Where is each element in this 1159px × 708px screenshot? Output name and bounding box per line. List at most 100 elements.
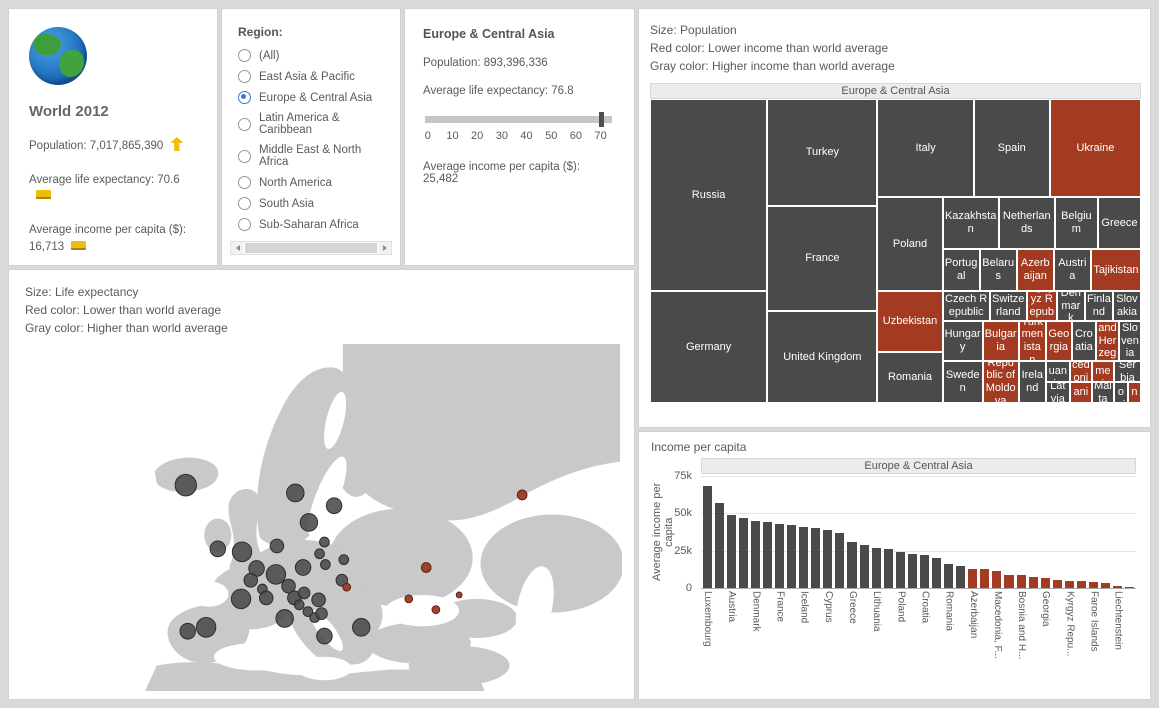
map-bubble[interactable] — [244, 573, 258, 587]
bar[interactable] — [811, 528, 820, 588]
region-option-middle-east-north-africa[interactable]: Middle East & North Africa — [238, 144, 384, 168]
map-bubble[interactable] — [180, 623, 196, 639]
radio-icon[interactable] — [238, 150, 251, 163]
treemap-tile-russia[interactable]: Russia — [650, 99, 767, 291]
treemap-tile-bulgaria[interactable]: Bulgaria — [983, 321, 1019, 361]
treemap-tile-netherlands[interactable]: Netherlands — [999, 197, 1055, 249]
map-bubble[interactable] — [353, 618, 370, 636]
map-bubble[interactable] — [259, 591, 273, 605]
bar-poland[interactable] — [896, 552, 905, 588]
scrollbar-thumb[interactable] — [245, 243, 377, 253]
bar[interactable] — [884, 549, 893, 588]
treemap-tile-greece[interactable]: Greece — [1098, 197, 1141, 249]
map-bubble[interactable] — [326, 498, 342, 514]
treemap-tile-estonia[interactable]: Estonia — [1114, 382, 1128, 403]
region-option-south-asia[interactable]: South Asia — [238, 197, 384, 210]
treemap-tile-sweden[interactable]: Sweden — [943, 361, 983, 403]
map-bubble[interactable] — [294, 600, 304, 610]
bar[interactable] — [763, 522, 772, 588]
bar[interactable] — [860, 545, 869, 588]
treemap-tile-malta[interactable]: Malta — [1092, 382, 1114, 403]
bar-kyrgyz-repu[interactable] — [1065, 581, 1074, 588]
bar[interactable] — [1004, 575, 1013, 588]
bar[interactable] — [835, 533, 844, 588]
bar[interactable] — [956, 566, 965, 588]
region-option-east-asia-pacific[interactable]: East Asia & Pacific — [238, 70, 384, 83]
treemap-tile-slovenia[interactable]: Slovenia — [1119, 321, 1141, 361]
map-bubble[interactable] — [316, 608, 328, 620]
treemap-tile-hungary[interactable]: Hungary — [943, 321, 983, 361]
radio-icon[interactable] — [238, 118, 251, 131]
map-bubble[interactable] — [320, 537, 330, 547]
treemap-tile-turkmenistan[interactable]: Turkmenistan — [1019, 321, 1046, 361]
region-scrollbar[interactable] — [230, 241, 392, 255]
radio-icon[interactable] — [238, 70, 251, 83]
treemap-tile-poland[interactable]: Poland — [877, 197, 942, 291]
treemap-tile-kazakhstan[interactable]: Kazakhstan — [943, 197, 999, 249]
map-bubble[interactable] — [432, 606, 440, 614]
treemap-tile-bosnia-and-herzegovina[interactable]: Bosnia and Herzegovina — [1096, 321, 1119, 361]
map-bubble[interactable] — [343, 583, 351, 591]
treemap-tile-armenia[interactable]: Armenia — [1092, 361, 1114, 382]
radio-icon[interactable] — [238, 176, 251, 189]
bar[interactable] — [1077, 581, 1086, 588]
map-bubble[interactable] — [405, 595, 413, 603]
radio-selected-icon[interactable] — [238, 91, 251, 104]
bar[interactable] — [980, 569, 989, 588]
treemap-tile-belgium[interactable]: Belgium — [1055, 197, 1098, 249]
treemap-tile-serbia[interactable]: Serbia — [1114, 361, 1141, 382]
scroll-right-button[interactable] — [379, 242, 391, 254]
bar[interactable] — [1053, 580, 1062, 588]
bar-cyprus[interactable] — [823, 530, 832, 588]
treemap-tile-belarus[interactable]: Belarus — [980, 249, 1017, 291]
treemap-tile-switzerland[interactable]: Switzerland — [990, 291, 1027, 321]
bar[interactable] — [1125, 587, 1134, 588]
region-option-latin-america-caribbean[interactable]: Latin America & Caribbean — [238, 112, 384, 136]
treemap-tile-latvia[interactable]: Latvia — [1046, 382, 1070, 403]
treemap-tile-denmark[interactable]: Denmark — [1057, 291, 1085, 321]
bar[interactable] — [1029, 577, 1038, 588]
map-bubble[interactable] — [421, 563, 431, 573]
treemap-tile-tajikistan[interactable]: Tajikistan — [1091, 249, 1141, 291]
bar-azerbaijan[interactable] — [968, 569, 977, 588]
map-bubble[interactable] — [210, 541, 226, 557]
map-bubble[interactable] — [321, 560, 331, 570]
map-bubble[interactable] — [232, 542, 251, 562]
treemap-tile-croatia[interactable]: Croatia — [1072, 321, 1096, 361]
treemap-tile-ireland[interactable]: Ireland — [1019, 361, 1046, 403]
region-option-sub-saharan-africa[interactable]: Sub-Saharan Africa — [238, 218, 384, 231]
treemap-tile-montenegro[interactable]: Montenegro — [1128, 382, 1141, 403]
bar[interactable] — [739, 518, 748, 588]
bar-lithuania[interactable] — [872, 548, 881, 588]
map-bubble[interactable] — [300, 514, 317, 532]
bar-austria[interactable] — [727, 515, 736, 588]
bar[interactable] — [932, 558, 941, 588]
treemap-tile-turkey[interactable]: Turkey — [767, 99, 877, 206]
bar-romania[interactable] — [944, 564, 953, 588]
map-bubble[interactable] — [270, 539, 284, 553]
slider-track[interactable] — [425, 116, 612, 123]
map-bubble[interactable] — [175, 474, 196, 496]
map-bubble[interactable] — [196, 618, 215, 638]
region-option-all[interactable]: (All) — [238, 49, 384, 62]
bar-liechtenstein[interactable] — [1113, 586, 1122, 588]
treemap-tile-azerbaijan[interactable]: Azerbaijan — [1017, 249, 1054, 291]
treemap-tile-macedonia[interactable]: Macedonia — [1070, 361, 1092, 382]
treemap-tile-portugal[interactable]: Portugal — [943, 249, 980, 291]
treemap-tile-czech-republic[interactable]: Czech Republic — [943, 291, 990, 321]
treemap-tile-romania[interactable]: Romania — [877, 352, 942, 403]
treemap-tile-albania[interactable]: Albania — [1070, 382, 1092, 403]
treemap-tile-republic-of-moldova[interactable]: Republic of Moldova — [983, 361, 1019, 403]
bar[interactable] — [908, 554, 917, 588]
map-bubble[interactable] — [317, 628, 333, 644]
map-bubble[interactable] — [231, 589, 250, 609]
bar-denmark[interactable] — [751, 521, 760, 588]
life-expectancy-slider[interactable] — [425, 111, 612, 127]
bar[interactable] — [1101, 583, 1110, 588]
map-bubble[interactable] — [295, 560, 311, 576]
map-bubble[interactable] — [339, 555, 349, 565]
scroll-left-button[interactable] — [231, 242, 243, 254]
map-bubble[interactable] — [517, 490, 527, 500]
bar-luxembourg[interactable] — [703, 486, 712, 588]
slider-handle[interactable] — [599, 112, 604, 127]
